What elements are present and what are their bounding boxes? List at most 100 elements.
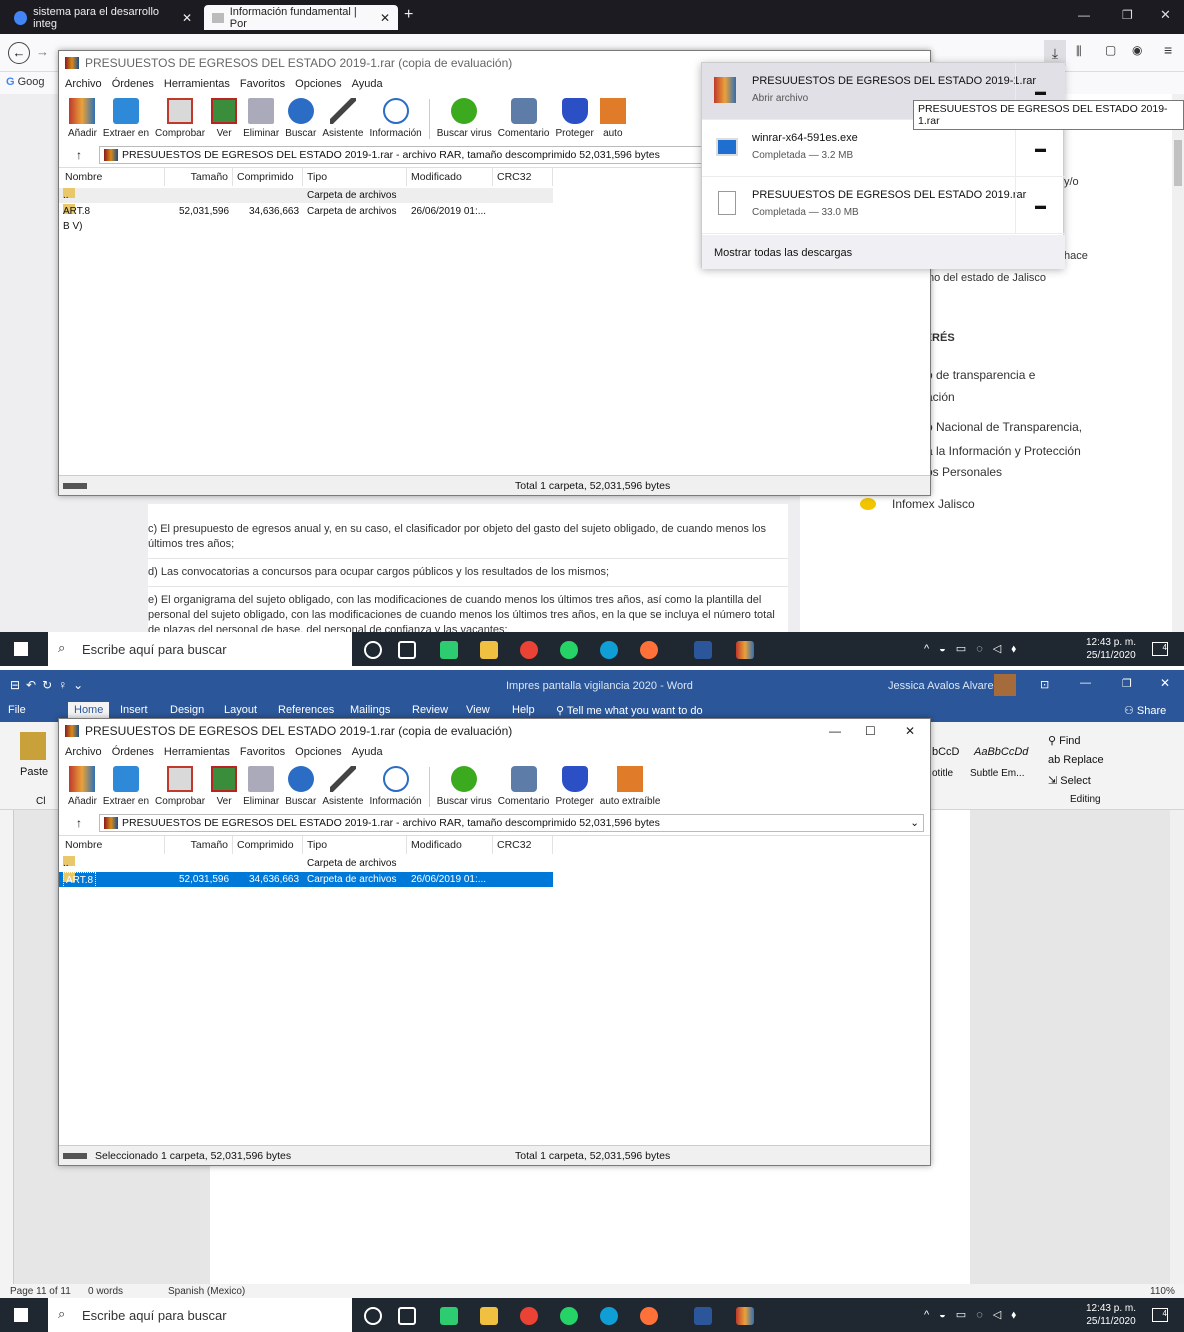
menu-opciones[interactable]: Opciones: [295, 746, 341, 758]
whatsapp-icon[interactable]: [560, 641, 578, 659]
find-button[interactable]: ⚲ Find: [1048, 734, 1081, 747]
extract-button[interactable]: Extraer en: [100, 93, 152, 145]
menu-favoritos[interactable]: Favoritos: [240, 78, 285, 90]
virusscan-button[interactable]: Buscar virus: [434, 93, 495, 145]
menu-herramientas[interactable]: Herramientas: [164, 78, 230, 90]
column-packed[interactable]: Comprimido: [233, 836, 303, 854]
tab-layout[interactable]: Layout: [224, 704, 257, 716]
column-modified[interactable]: Modificado: [407, 168, 493, 186]
ribbon-display-icon[interactable]: ⊡: [1040, 678, 1049, 691]
menu-favoritos[interactable]: Favoritos: [240, 746, 285, 758]
tab-file[interactable]: File: [8, 704, 26, 716]
chrome-icon[interactable]: [520, 641, 538, 659]
list-item[interactable]: d) Las convocatorias a concursos para oc…: [148, 559, 788, 587]
edge-icon[interactable]: [600, 641, 618, 659]
cortana-icon[interactable]: [364, 1307, 382, 1325]
menu-herramientas[interactable]: Herramientas: [164, 746, 230, 758]
firefox-icon[interactable]: [640, 641, 658, 659]
up-arrow-icon[interactable]: ↑: [65, 148, 93, 162]
menu-ordenes[interactable]: Órdenes: [112, 746, 154, 758]
sfx-button[interactable]: auto extraíble: [597, 761, 664, 813]
menu-ayuda[interactable]: Ayuda: [352, 78, 383, 90]
word-icon[interactable]: [694, 641, 712, 659]
cortana-icon[interactable]: [364, 641, 382, 659]
table-row[interactable]: .. Carpeta de archivos: [59, 188, 553, 203]
menu-opciones[interactable]: Opciones: [295, 78, 341, 90]
style-subtle[interactable]: AaBbCcDd: [974, 746, 1028, 758]
find-button[interactable]: Buscar: [282, 761, 319, 813]
windows-start-icon[interactable]: [14, 642, 28, 656]
paste-label[interactable]: Paste: [20, 766, 48, 778]
account-name[interactable]: Jessica Avalos Alvarez: [888, 680, 999, 692]
minimize-icon[interactable]: —: [1078, 8, 1090, 22]
extract-button[interactable]: Extraer en: [100, 761, 152, 813]
tab-insert[interactable]: Insert: [120, 704, 148, 716]
restore-icon[interactable]: ❐: [1122, 677, 1132, 690]
column-name[interactable]: Nombre: [61, 168, 165, 186]
table-row[interactable]: .. Carpeta de archivos: [59, 856, 553, 871]
comment-button[interactable]: Comentario: [495, 761, 553, 813]
winrar-icon[interactable]: [736, 1307, 754, 1325]
taskbar-search[interactable]: ⌕ Escribe aquí para buscar: [48, 1298, 352, 1332]
tab-review[interactable]: Review: [412, 704, 448, 716]
system-tray-icons[interactable]: ^◒▭◌◁⬧: [924, 642, 1026, 656]
tell-me-field[interactable]: ⚲ Tell me what you want to do: [556, 704, 703, 717]
tab-mailings[interactable]: Mailings: [350, 704, 390, 716]
minimize-icon[interactable]: —: [829, 724, 841, 738]
column-crc[interactable]: CRC32: [493, 836, 553, 854]
column-name[interactable]: Nombre: [61, 836, 165, 854]
minimize-icon[interactable]: —: [1080, 677, 1091, 689]
info-button[interactable]: Información: [366, 93, 424, 145]
up-arrow-icon[interactable]: ↑: [65, 816, 93, 830]
test-button[interactable]: Comprobar: [152, 93, 208, 145]
close-icon[interactable]: ✕: [380, 11, 390, 25]
column-crc[interactable]: CRC32: [493, 168, 553, 186]
test-button[interactable]: Comprobar: [152, 761, 208, 813]
file-explorer-icon[interactable]: [480, 641, 498, 659]
sidebar-link[interactable]: o Nacional de Transparencia,: [926, 420, 1082, 434]
column-type[interactable]: Tipo: [303, 836, 407, 854]
notification-icon[interactable]: 4: [1152, 1308, 1168, 1322]
sidebar-link[interactable]: os Personales: [926, 465, 1002, 479]
language[interactable]: Spanish (Mexico): [168, 1286, 245, 1297]
winrar-icon[interactable]: [736, 641, 754, 659]
close-icon[interactable]: ✕: [905, 724, 915, 738]
find-button[interactable]: Buscar: [282, 93, 319, 145]
zoom-level[interactable]: 110%: [1150, 1286, 1175, 1297]
view-button[interactable]: Ver: [208, 93, 240, 145]
menu-ayuda[interactable]: Ayuda: [352, 746, 383, 758]
column-size[interactable]: Tamaño: [165, 168, 233, 186]
maximize-icon[interactable]: ☐: [865, 724, 876, 738]
library-icon[interactable]: ⫼: [1076, 44, 1082, 59]
list-item[interactable]: c) El presupuesto de egresos anual y, en…: [148, 516, 788, 559]
tab-sistema[interactable]: sistema para el desarrollo integ ✕: [6, 5, 200, 30]
sidebar-link-infomex[interactable]: Infomex Jalisco: [892, 497, 975, 511]
app-icon[interactable]: [440, 641, 458, 659]
firefox-icon[interactable]: [640, 1307, 658, 1325]
virusscan-button[interactable]: Buscar virus: [434, 761, 495, 813]
view-button[interactable]: Ver: [208, 761, 240, 813]
close-icon[interactable]: ✕: [182, 11, 192, 25]
close-window-icon[interactable]: ✕: [1160, 7, 1171, 23]
edge-icon[interactable]: [600, 1307, 618, 1325]
windows-start-icon[interactable]: [14, 1308, 28, 1322]
taskview-icon[interactable]: [398, 1307, 416, 1325]
menu-archivo[interactable]: Archivo: [65, 78, 102, 90]
column-modified[interactable]: Modificado: [407, 836, 493, 854]
tab-view[interactable]: View: [466, 704, 490, 716]
winrar-titlebar[interactable]: PRESUUESTOS DE EGRESOS DEL ESTADO 2019-1…: [59, 719, 930, 743]
delete-button[interactable]: Eliminar: [240, 761, 282, 813]
wizard-button[interactable]: Asistente: [319, 93, 366, 145]
column-type[interactable]: Tipo: [303, 168, 407, 186]
chrome-icon[interactable]: [520, 1307, 538, 1325]
column-packed[interactable]: Comprimido: [233, 168, 303, 186]
select-button[interactable]: ⇲ Select: [1048, 774, 1091, 787]
tab-references[interactable]: References: [278, 704, 334, 716]
close-window-icon[interactable]: ✕: [1160, 676, 1170, 690]
tab-home[interactable]: Home: [68, 702, 110, 718]
sidebar-icon[interactable]: ▢: [1105, 43, 1116, 57]
table-row[interactable]: ART.8 B V) 52,031,596 34,636,663 Carpeta…: [59, 204, 553, 232]
info-button[interactable]: Información: [366, 761, 424, 813]
scrollbar[interactable]: [1172, 94, 1184, 632]
folder-icon[interactable]: ▬: [1015, 177, 1065, 234]
